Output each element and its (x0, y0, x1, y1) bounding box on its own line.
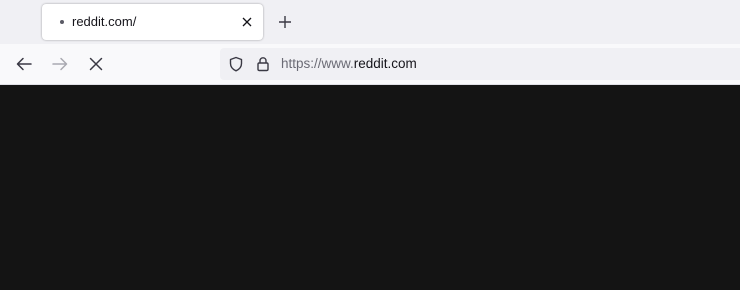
url-host: reddit.com (353, 56, 417, 71)
url-text[interactable]: https://www.reddit.com (281, 56, 417, 71)
tab-strip: reddit.com/ (0, 0, 740, 44)
arrow-left-icon (16, 57, 32, 71)
url-bar[interactable]: https://www.reddit.com (220, 48, 740, 80)
url-scheme: https://www. (281, 56, 354, 71)
tab-active[interactable]: reddit.com/ (42, 4, 263, 40)
stop-button[interactable] (86, 54, 106, 74)
page-content (0, 85, 740, 290)
shield-icon[interactable] (228, 56, 244, 72)
navigation-toolbar: https://www.reddit.com (0, 44, 740, 85)
new-tab-button[interactable] (274, 11, 296, 33)
tab-close-icon[interactable] (238, 13, 256, 31)
loading-indicator-icon (60, 20, 64, 24)
close-icon (89, 57, 103, 71)
forward-button[interactable] (50, 54, 70, 74)
plus-icon (279, 16, 291, 28)
back-button[interactable] (14, 54, 34, 74)
lock-icon[interactable] (255, 56, 271, 72)
tab-title: reddit.com/ (72, 14, 137, 29)
arrow-right-icon (52, 57, 68, 71)
